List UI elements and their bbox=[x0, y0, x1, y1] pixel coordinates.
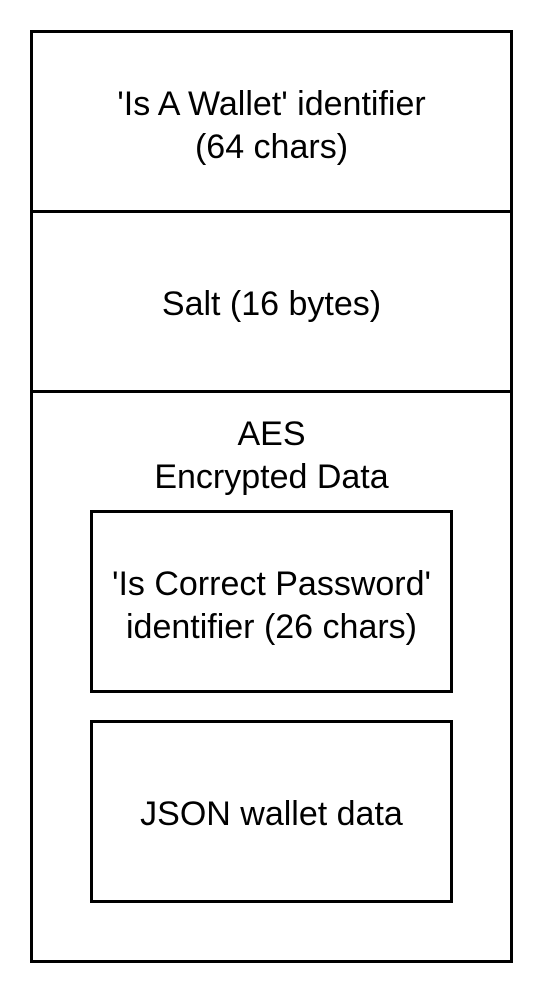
salt-label: Salt (16 bytes) bbox=[161, 285, 382, 323]
password-identifier-box: 'Is Correct Password' identifier (26 cha… bbox=[90, 510, 453, 693]
password-identifier-label: 'Is Correct Password' identifier (26 cha… bbox=[93, 563, 450, 649]
json-wallet-data-box: JSON wallet data bbox=[90, 720, 453, 903]
password-identifier-line1: 'Is Correct Password' bbox=[111, 565, 432, 603]
encrypted-data-line1: AES bbox=[237, 415, 306, 453]
wallet-identifier-box: 'Is A Wallet' identifier (64 chars) bbox=[30, 30, 513, 213]
encrypted-data-line2: Encrypted Data bbox=[154, 458, 389, 496]
wallet-identifier-line1: 'Is A Wallet' identifier bbox=[117, 85, 426, 123]
password-identifier-line2: identifier (26 chars) bbox=[125, 608, 417, 646]
encrypted-data-label: AES Encrypted Data bbox=[33, 413, 510, 499]
json-wallet-data-label: JSON wallet data bbox=[140, 795, 403, 833]
wallet-identifier-label: 'Is A Wallet' identifier (64 chars) bbox=[33, 83, 510, 169]
salt-box: Salt (16 bytes) bbox=[30, 210, 513, 393]
wallet-identifier-line2: (64 chars) bbox=[194, 128, 349, 166]
